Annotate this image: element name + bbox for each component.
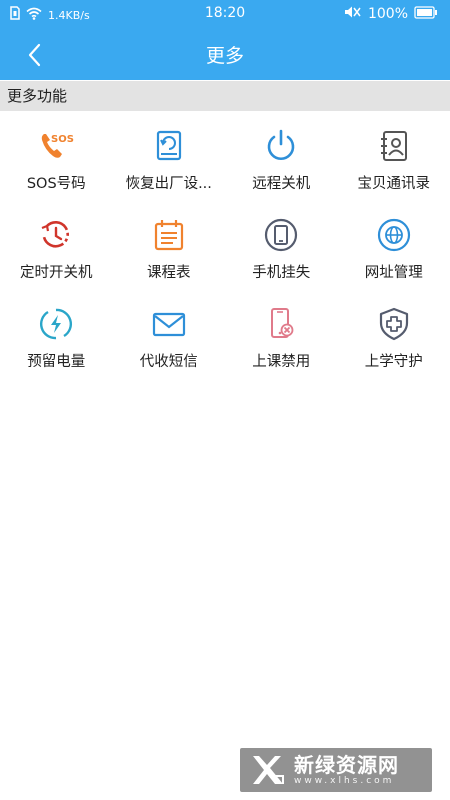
watermark-name: 新绿资源网 — [294, 752, 399, 777]
phone-disabled-icon — [263, 306, 299, 342]
feature-timetable[interactable]: 课程表 — [113, 207, 226, 296]
shield-plus-icon — [376, 306, 412, 342]
power-icon — [263, 128, 299, 164]
sos-phone-icon: SOS — [38, 128, 74, 164]
feature-school-guard[interactable]: 上学守护 — [338, 296, 450, 385]
status-bar: 1.4KB/s 18:20 100% — [0, 0, 450, 28]
page-title: 更多 — [205, 45, 244, 67]
feature-label: 课程表 — [147, 265, 191, 281]
watermark: 新绿资源网 www.xlhs.com — [240, 748, 432, 792]
watermark-logo — [253, 756, 284, 784]
feature-label: 预留电量 — [27, 354, 86, 370]
feature-class-disable[interactable]: 上课禁用 — [225, 296, 338, 385]
feature-sms-proxy[interactable]: 代收短信 — [113, 296, 226, 385]
phone-lost-icon — [263, 217, 299, 253]
envelope-icon — [151, 306, 187, 342]
battery-icon — [414, 5, 438, 23]
feature-factory-reset[interactable]: 恢复出厂设... — [113, 118, 226, 207]
feature-label: 宝贝通讯录 — [357, 176, 431, 192]
feature-scheduled-power[interactable]: 定时开关机 — [0, 207, 113, 296]
feature-label: 远程关机 — [252, 176, 311, 192]
feature-label: 网址管理 — [364, 265, 423, 281]
calendar-icon — [151, 217, 187, 253]
contacts-icon — [376, 128, 412, 164]
battery-percent: 100% — [367, 6, 408, 22]
feature-label: 代收短信 — [139, 354, 198, 370]
feature-label: 定时开关机 — [20, 265, 93, 281]
feature-phone-lost[interactable]: 手机挂失 — [225, 207, 338, 296]
feature-sos-number[interactable]: SOS SOS号码 — [0, 118, 113, 207]
battery-charge-icon — [38, 306, 74, 342]
svg-text:SOS: SOS — [51, 134, 74, 145]
feature-grid: SOS SOS号码 恢复出厂设... 远程关机 宝贝通讯录 定时开关机 课程表 … — [0, 118, 450, 385]
factory-reset-icon — [151, 128, 187, 164]
feature-reserve-battery[interactable]: 预留电量 — [0, 296, 113, 385]
feature-label: 手机挂失 — [252, 265, 311, 281]
section-title: 更多功能 — [0, 81, 450, 111]
feature-remote-shutdown[interactable]: 远程关机 — [225, 118, 338, 207]
feature-label: 上课禁用 — [252, 354, 311, 370]
feature-url-management[interactable]: 网址管理 — [338, 207, 450, 296]
globe-icon — [376, 217, 412, 253]
timer-icon — [38, 217, 74, 253]
feature-label: SOS号码 — [26, 176, 86, 192]
speaker-mute-icon — [344, 5, 362, 23]
status-right: 100% — [344, 5, 438, 23]
watermark-url: www.xlhs.com — [294, 775, 395, 786]
feature-label: 上学守护 — [364, 354, 423, 370]
feature-label: 恢复出厂设... — [125, 176, 212, 192]
nav-bar: 更多 — [0, 28, 450, 80]
feature-contacts[interactable]: 宝贝通讯录 — [338, 118, 450, 207]
